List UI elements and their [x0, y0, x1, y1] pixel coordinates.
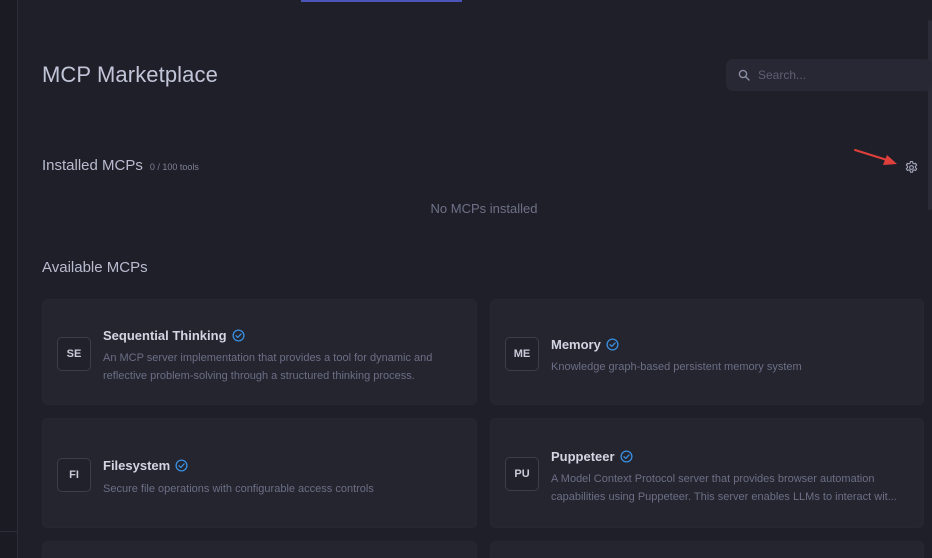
mcp-description-line: A Model Context Protocol server that pro…: [551, 473, 875, 485]
mcp-badge: ME: [505, 337, 539, 371]
mcp-description: Knowledge graph-based persistent memory …: [551, 358, 909, 376]
mcp-name: Sequential Thinking: [103, 328, 227, 343]
mcp-card-partial[interactable]: [42, 541, 477, 558]
search-input[interactable]: [758, 68, 908, 82]
mcp-card-filesystem[interactable]: FI Filesystem Secure file operations wit…: [42, 418, 477, 528]
gear-icon: [905, 160, 917, 173]
search-icon: [738, 69, 750, 81]
mcp-description: A Model Context Protocol server that pro…: [551, 470, 909, 506]
mcp-marketplace-panel: MCP Marketplace Installed MCPs 0 / 100 t…: [0, 0, 932, 558]
mcp-card-partial[interactable]: [490, 541, 924, 558]
mcp-description-line: Secure file operations with configurable…: [103, 483, 374, 495]
installed-title: Installed MCPs: [42, 157, 143, 174]
search-box[interactable]: [726, 59, 932, 91]
mcp-description-line: capabilities using Puppeteer. This serve…: [551, 491, 897, 503]
tools-count: 0 / 100 tools: [149, 162, 199, 172]
mcp-description: Secure file operations with configurable…: [103, 480, 462, 498]
mcp-title-row: Memory: [551, 337, 619, 352]
mcp-card-memory[interactable]: ME Memory Knowledge graph-based persiste…: [490, 299, 924, 405]
mcp-description: An MCP server implementation that provid…: [103, 349, 462, 385]
mcp-title-row: Puppeteer: [551, 449, 633, 464]
verified-check-icon: [231, 329, 245, 342]
installed-header: Installed MCPs 0 / 100 tools: [42, 157, 199, 174]
verified-check-icon: [606, 338, 619, 351]
empty-installed-message: No MCPs installed: [430, 201, 538, 216]
mcp-badge: PU: [505, 457, 539, 491]
mcp-title-row: Filesystem: [103, 458, 188, 473]
mcp-name: Filesystem: [103, 458, 171, 473]
verified-check-icon: [620, 450, 633, 463]
page-title: MCP Marketplace: [42, 62, 218, 87]
active-tab-indicator: [301, 0, 462, 2]
mcp-card-sequential-thinking[interactable]: SE Sequential Thinking An MCP server imp…: [42, 299, 477, 405]
available-title: Available MCPs: [42, 259, 148, 276]
settings-button[interactable]: [902, 158, 920, 176]
sidebar-divider: [0, 531, 18, 532]
mcp-title-row: Sequential Thinking: [103, 328, 245, 343]
mcp-description-line: reflective problem-solving through a str…: [103, 370, 415, 382]
red-arrow-icon: [854, 149, 897, 165]
mcp-card-puppeteer[interactable]: PU Puppeteer A Model Context Protocol se…: [490, 418, 924, 528]
left-sidebar-edge: [0, 0, 18, 558]
mcp-description-line: An MCP server implementation that provid…: [103, 352, 433, 364]
verified-check-icon: [175, 459, 188, 472]
mcp-badge: SE: [57, 337, 91, 371]
mcp-badge: FI: [57, 458, 91, 492]
mcp-name: Memory: [551, 337, 601, 352]
mcp-description-line: Knowledge graph-based persistent memory …: [551, 361, 802, 373]
scrollbar[interactable]: [928, 20, 932, 210]
mcp-name: Puppeteer: [551, 449, 615, 464]
